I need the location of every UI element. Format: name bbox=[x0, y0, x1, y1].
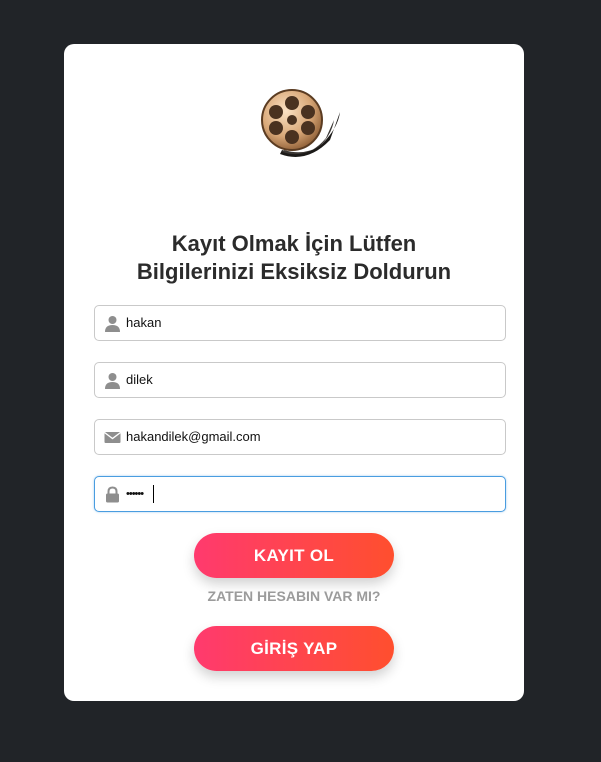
email-value: hakandilek@gmail.com bbox=[126, 429, 261, 444]
title-line-2: Bilgilerinizi Eksiksiz Doldurun bbox=[136, 259, 452, 284]
password-value: •••••• bbox=[126, 488, 144, 500]
have-account-link[interactable]: ZATEN HESABIN VAR MI? bbox=[64, 588, 524, 604]
register-card: Kayıt Olmak İçin Lütfen Bilgilerinizi Ek… bbox=[64, 44, 524, 701]
first-name-value: hakan bbox=[126, 315, 162, 330]
password-field[interactable]: •••••• bbox=[94, 476, 506, 512]
film-reel-logo bbox=[261, 89, 340, 157]
email-field[interactable]: hakandilek@gmail.com bbox=[94, 419, 506, 455]
user-icon bbox=[105, 316, 120, 332]
title-line-1: Kayıt Olmak İçin Lütfen bbox=[171, 231, 417, 256]
login-button[interactable]: GİRİŞ YAP bbox=[194, 626, 394, 671]
last-name-field[interactable]: dilek bbox=[94, 362, 506, 398]
lock-icon bbox=[106, 486, 119, 503]
envelope-icon bbox=[104, 431, 121, 443]
last-name-value: dilek bbox=[126, 372, 153, 387]
page-title: Kayıt Olmak İçin Lütfen Bilgilerinizi Ek… bbox=[84, 230, 504, 286]
text-caret bbox=[153, 485, 154, 503]
register-button[interactable]: KAYIT OL bbox=[194, 533, 394, 578]
first-name-field[interactable]: hakan bbox=[94, 305, 506, 341]
user-icon bbox=[105, 373, 120, 389]
